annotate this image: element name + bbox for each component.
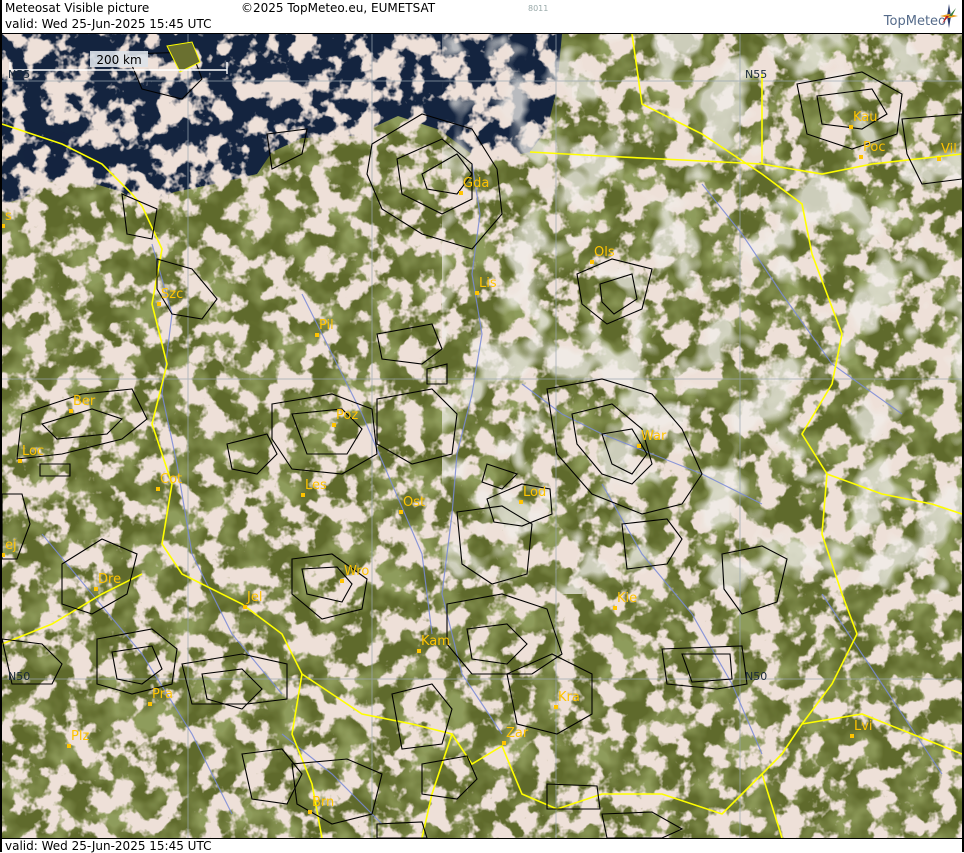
city-marker [243,605,247,609]
city-label: Poc [863,140,885,155]
city-marker [67,744,71,748]
city-marker [459,191,463,195]
city-marker [519,500,523,504]
city-marker [2,224,5,228]
city-label: Kra [558,690,580,705]
city-marker [94,587,98,591]
city-label: Jel [246,590,262,605]
valid-time-top: valid: Wed 25-Jun-2025 15:45 UTC [5,17,212,31]
city-marker [502,741,506,745]
city-marker [554,705,558,709]
city-marker [849,125,853,129]
city-label: Gda [463,176,489,191]
city-label: Poz [336,408,358,423]
map-footer: valid: Wed 25-Jun-2025 15:45 UTC [0,838,964,853]
city-label: Kau [853,110,878,125]
topmeteo-logo[interactable]: TopMeteo [884,14,946,29]
city-label: Kam [421,634,450,649]
city-label: Cot [160,472,182,487]
city-marker [937,157,941,161]
copyright-text: ©2025 TopMeteo.eu, EUMETSAT [241,1,436,15]
city-marker [18,459,22,463]
compass-star-icon [940,4,958,28]
city-label: ej [5,538,17,553]
city-marker [850,734,854,738]
city-marker [399,510,403,514]
city-label: Zar [506,726,529,741]
satellite-map[interactable]: 200 km N55 N55 N50 N50 Gda Kau Poc Vil Ols Lis Sz… [2,34,962,838]
city-marker [156,487,160,491]
map-title: Meteosat Visible picture [5,1,150,15]
map-code: 8011 [528,4,549,13]
map-header: Meteosat Visible picture ©2025 TopMeteo.… [0,0,964,34]
city-marker [148,702,152,706]
city-label: Wro [344,564,369,579]
city-marker [69,409,73,413]
city-marker [475,291,479,295]
city-marker [301,493,305,497]
city-label: Vil [941,142,957,157]
city-label: Plz [71,729,89,744]
city-label: War [641,429,667,444]
city-label: Pil [319,318,334,333]
city-marker [613,606,617,610]
city-marker [157,302,161,306]
city-marker [859,155,863,159]
city-label: Lod [523,485,546,500]
city-label: Szc [161,287,183,302]
city-marker [637,444,641,448]
city-label: Pra [152,687,173,702]
city-marker [2,553,5,557]
city-marker [332,423,336,427]
city-marker [315,333,319,337]
city-marker [417,649,421,653]
city-label: s [5,209,12,224]
satellite-image: 200 km N55 N55 N50 N50 Gda Kau Poc Vil Ols Lis Sz… [2,34,962,838]
latitude-label: N50 [745,670,767,683]
city-marker [340,579,344,583]
city-label: Kie [617,591,637,606]
latitude-label: N55 [8,68,30,81]
city-label: Ber [73,394,96,409]
city-label: Ost [403,495,425,510]
city-marker [590,260,594,264]
city-label: Dre [98,572,121,587]
latitude-label: N55 [745,68,767,81]
scale-label: 200 km [96,53,141,67]
city-marker [308,810,312,814]
city-label: Loc [22,444,44,459]
city-label: Les [305,478,327,493]
city-label: Lis [479,276,497,291]
city-label: Ols [594,245,615,260]
city-label: Lvi [854,719,873,734]
valid-time-bottom: valid: Wed 25-Jun-2025 15:45 UTC [5,839,212,853]
city-label: Brn [312,795,334,810]
latitude-label: N50 [8,670,30,683]
